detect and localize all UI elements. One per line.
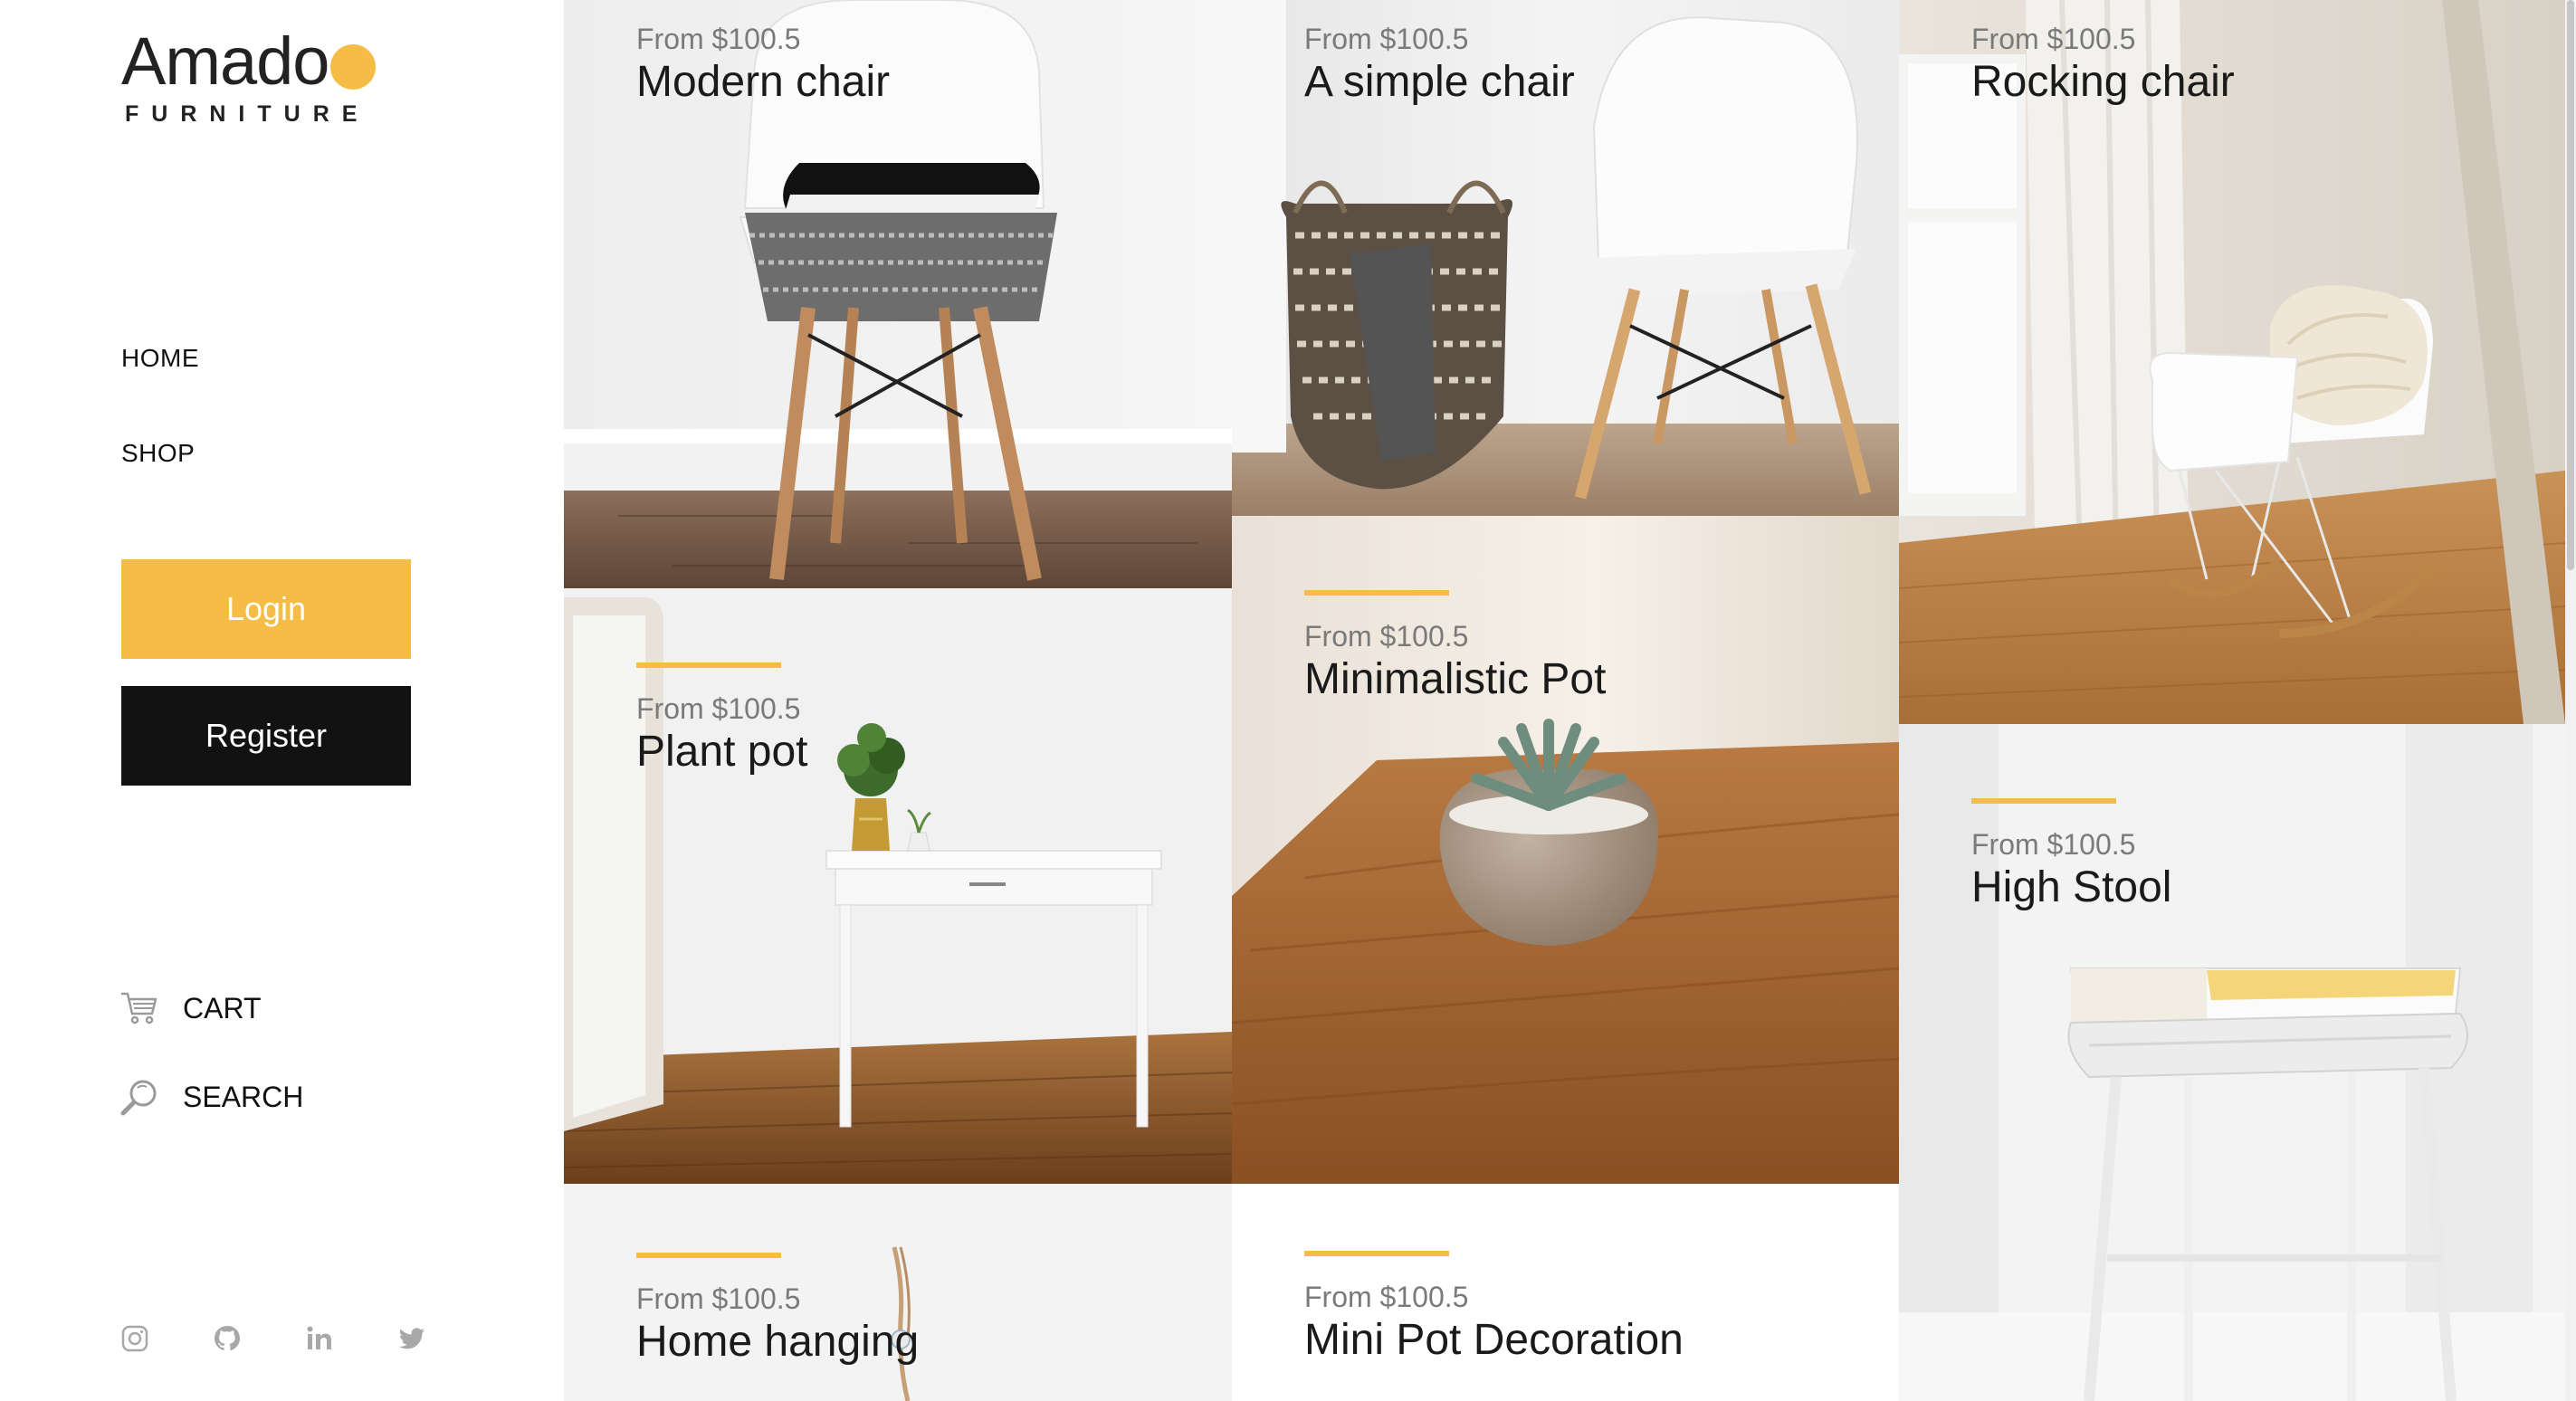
product-meta: From $100.5 Minimalistic Pot bbox=[1304, 590, 1606, 706]
product-meta: From $100.5 Mini Pot Decoration bbox=[1304, 1251, 1684, 1367]
product-meta: From $100.5 High Stool bbox=[1971, 798, 2171, 914]
cart-label: CART bbox=[183, 991, 262, 1025]
register-button[interactable]: Register bbox=[121, 686, 411, 786]
cart-icon bbox=[118, 986, 161, 1030]
scrollbar-thumb[interactable] bbox=[2567, 0, 2574, 570]
twitter-icon[interactable] bbox=[396, 1323, 427, 1354]
product-meta: From $100.5 Rocking chair bbox=[1971, 0, 2235, 109]
instagram-icon[interactable] bbox=[119, 1323, 150, 1354]
product-price: From $100.5 bbox=[636, 1282, 801, 1315]
product-meta: From $100.5 Modern chair bbox=[636, 0, 890, 109]
product-name: Rocking chair bbox=[1971, 58, 2235, 106]
nav-home[interactable]: HOME bbox=[121, 344, 199, 373]
product-name: Minimalistic Pot bbox=[1304, 655, 1607, 703]
product-price: From $100.5 bbox=[636, 692, 801, 725]
product-price: From $100.5 bbox=[1304, 1281, 1469, 1313]
login-button[interactable]: Login bbox=[121, 559, 411, 659]
cart-link[interactable]: CART bbox=[118, 986, 262, 1030]
product-card-minimalistic-pot[interactable]: From $100.5 Minimalistic Pot bbox=[1232, 516, 1899, 1184]
accent-bar bbox=[1304, 1251, 1449, 1256]
product-name: Plant pot bbox=[636, 728, 808, 776]
product-card-rocking-chair[interactable]: From $100.5 Rocking chair bbox=[1899, 0, 2565, 724]
product-card-a-simple-chair[interactable]: From $100.5 A simple chair bbox=[1232, 0, 1899, 516]
product-meta: From $100.5 Plant pot bbox=[636, 662, 807, 778]
product-meta: From $100.5 A simple chair bbox=[1304, 0, 1575, 109]
accent-bar bbox=[1971, 798, 2116, 804]
product-image-rocking-chair bbox=[1899, 0, 2565, 724]
sidebar: Amado FURNITURE HOME SHOP Login Register… bbox=[0, 0, 564, 1401]
github-icon[interactable] bbox=[212, 1323, 243, 1354]
search-label: SEARCH bbox=[183, 1080, 304, 1113]
brand-logo[interactable]: Amado FURNITURE bbox=[121, 24, 377, 128]
product-meta: From $100.5 Home hanging bbox=[636, 1253, 919, 1368]
search-link[interactable]: SEARCH bbox=[118, 1075, 303, 1119]
linkedin-icon[interactable] bbox=[304, 1323, 335, 1354]
page-scrollbar[interactable] bbox=[2565, 0, 2576, 1401]
product-card-plant-pot[interactable]: From $100.5 Plant pot bbox=[564, 588, 1232, 1184]
product-name: Modern chair bbox=[636, 58, 891, 106]
product-price: From $100.5 bbox=[1971, 23, 2136, 55]
product-card-modern-chair[interactable]: From $100.5 Modern chair bbox=[564, 0, 1232, 588]
product-price: From $100.5 bbox=[1304, 620, 1469, 653]
accent-bar bbox=[636, 1253, 781, 1258]
social-links bbox=[119, 1323, 427, 1354]
search-icon bbox=[118, 1075, 161, 1119]
brand-subtitle: FURNITURE bbox=[125, 101, 370, 127]
product-name: A simple chair bbox=[1304, 58, 1575, 106]
product-price: From $100.5 bbox=[1971, 828, 2136, 861]
product-name: High Stool bbox=[1971, 863, 2172, 911]
product-card-high-stool[interactable]: From $100.5 High Stool bbox=[1899, 724, 2565, 1401]
product-price: From $100.5 bbox=[636, 23, 801, 55]
product-price: From $100.5 bbox=[1304, 23, 1469, 55]
accent-bar bbox=[636, 662, 781, 668]
product-name: Mini Pot Decoration bbox=[1304, 1316, 1684, 1364]
accent-bar bbox=[1304, 590, 1449, 596]
brand-name: Amado bbox=[121, 24, 329, 99]
product-name: Home hanging bbox=[636, 1318, 920, 1366]
nav-shop[interactable]: SHOP bbox=[121, 439, 195, 468]
brand-dot bbox=[330, 44, 377, 90]
product-card-home-hanging[interactable]: From $100.5 Home hanging bbox=[564, 1184, 1232, 1401]
product-card-mini-pot-decoration[interactable]: From $100.5 Mini Pot Decoration bbox=[1232, 1184, 1899, 1401]
